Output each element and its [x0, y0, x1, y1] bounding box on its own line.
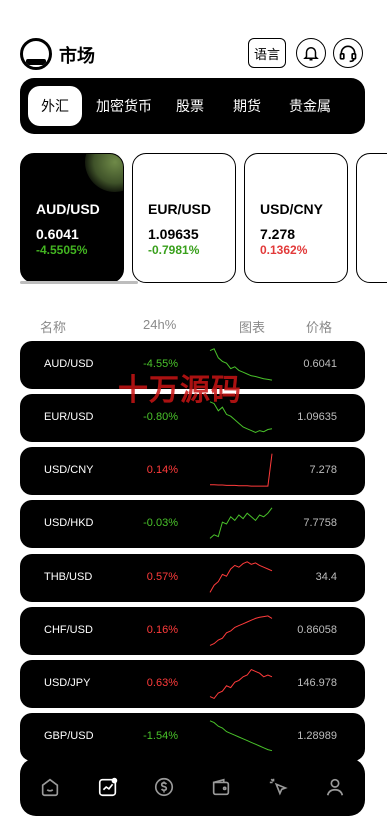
support-button[interactable] [333, 38, 363, 68]
card-price: 1.09635 [148, 226, 199, 242]
notification-button[interactable] [296, 38, 326, 68]
market-row[interactable]: GBP/USD -1.54% 1.28989 [20, 713, 365, 761]
nav-market[interactable] [93, 772, 123, 802]
logo-icon [20, 38, 52, 70]
ticker-card-partial[interactable] [356, 153, 387, 283]
tab-forex[interactable]: 外汇 [28, 86, 82, 126]
profile-icon [326, 778, 344, 796]
row-change: -1.54% [143, 730, 178, 742]
row-change: -0.03% [143, 517, 178, 529]
card-change: -4.5505% [36, 243, 88, 257]
headset-icon [339, 45, 357, 63]
ticker-card[interactable]: EUR/USD 1.09635 -0.7981% [132, 153, 236, 283]
nav-profile[interactable] [320, 772, 350, 802]
tab-crypto[interactable]: 加密货币 [92, 86, 156, 126]
home-icon [41, 778, 59, 797]
row-sparkline [209, 615, 273, 646]
header: 市场 语言 [20, 36, 367, 70]
row-change: 0.16% [146, 624, 178, 636]
row-symbol: USD/JPY [44, 677, 91, 689]
row-price: 0.86058 [297, 624, 337, 636]
row-change: 0.57% [146, 571, 178, 583]
row-sparkline [209, 720, 273, 752]
tab-precious-metals[interactable]: 贵金属 [282, 86, 338, 126]
card-change: -0.7981% [148, 243, 200, 257]
row-price: 0.6041 [303, 358, 337, 370]
row-sparkline [209, 561, 273, 593]
row-symbol: EUR/USD [44, 411, 94, 423]
language-button[interactable]: 语言 [248, 38, 286, 68]
page-title: 市场 [59, 46, 95, 66]
sparkline-path [209, 561, 273, 593]
row-change: 0.63% [146, 677, 178, 689]
row-symbol: GBP/USD [44, 730, 94, 742]
market-row[interactable]: USD/CNY 0.14% 7.278 [20, 447, 365, 495]
card-change: 0.1362% [260, 243, 308, 257]
card-price: 7.278 [260, 226, 296, 242]
row-symbol: AUD/USD [44, 358, 94, 370]
row-symbol: THB/USD [44, 571, 93, 583]
row-change: -0.80% [143, 411, 178, 423]
category-tabs: 外汇 加密货币 股票 期货 贵金属 [20, 78, 365, 134]
row-price: 146.978 [297, 677, 337, 689]
sparkline-path [209, 720, 273, 752]
ticker-card[interactable]: AUD/USD 0.6041 -4.5505% [20, 153, 124, 283]
sparkline-path [209, 668, 273, 700]
card-symbol: AUD/USD [36, 201, 100, 217]
card-symbol: EUR/USD [148, 201, 212, 217]
wallet-icon [212, 778, 230, 796]
row-sparkline [210, 453, 273, 487]
nav-wallet[interactable] [206, 772, 236, 802]
watermark: 十万源码 [118, 373, 242, 408]
tab-stocks[interactable]: 股票 [168, 86, 212, 126]
row-symbol: USD/HKD [44, 517, 94, 529]
row-symbol: USD/CNY [44, 464, 94, 476]
row-sparkline [209, 507, 273, 539]
column-header-chart: 图表 [239, 320, 266, 335]
bottom-nav [20, 758, 365, 816]
row-sparkline [209, 668, 273, 700]
tab-futures[interactable]: 期货 [225, 86, 269, 126]
column-header-name: 名称 [40, 320, 67, 335]
ticker-cards: AUD/USD 0.6041 -4.5505% EUR/USD 1.09635 … [20, 153, 387, 283]
market-chart-icon [98, 777, 118, 797]
market-row[interactable]: THB/USD 0.57% 34.4 [20, 554, 365, 602]
row-symbol: CHF/USD [44, 624, 93, 636]
nav-home[interactable] [35, 772, 65, 802]
card-symbol: USD/CNY [260, 201, 324, 217]
row-price: 7.278 [309, 464, 337, 476]
row-change: 0.14% [146, 464, 178, 476]
sparkline-path [209, 507, 273, 539]
column-header-price: 价格 [306, 320, 333, 335]
row-price: 1.09635 [297, 411, 337, 423]
nav-trade[interactable] [149, 772, 179, 802]
market-row[interactable]: USD/HKD -0.03% 7.7758 [20, 500, 365, 548]
column-header-change: 24h% [143, 317, 177, 332]
ticker-card[interactable]: USD/CNY 7.278 0.1362% [244, 153, 348, 283]
row-price: 7.7758 [303, 517, 337, 529]
cursor-click-icon [269, 778, 288, 796]
card-price: 0.6041 [36, 226, 79, 242]
row-price: 1.28989 [297, 730, 337, 742]
cards-scroll-indicator [20, 281, 138, 284]
market-row[interactable]: USD/JPY 0.63% 146.978 [20, 660, 365, 708]
sparkline-path [210, 453, 273, 487]
bell-icon [303, 47, 319, 61]
nav-click[interactable] [264, 772, 294, 802]
trade-coin-icon [154, 777, 174, 797]
sparkline-path [209, 615, 273, 646]
row-price: 34.4 [315, 571, 337, 583]
market-row[interactable]: CHF/USD 0.16% 0.86058 [20, 607, 365, 655]
